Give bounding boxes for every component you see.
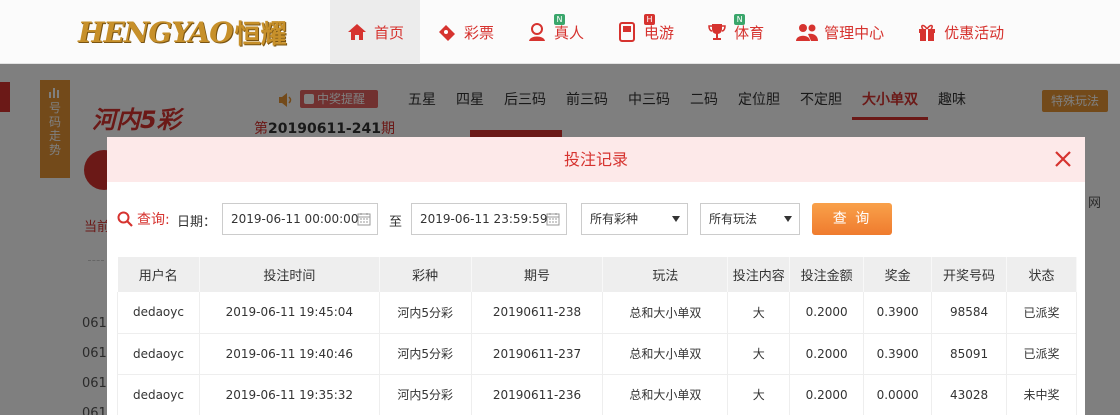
nav-item-lottery[interactable]: 彩票 <box>420 0 510 64</box>
cell-period: 20190611-238 <box>471 292 604 334</box>
chevron-down-icon <box>672 216 680 222</box>
new-badge: N <box>554 14 566 25</box>
gift-icon <box>916 21 938 43</box>
calendar-icon[interactable] <box>546 212 560 226</box>
new-badge: N <box>734 14 746 25</box>
query-label: 查询: <box>117 209 170 229</box>
chevron-down-icon <box>784 216 792 222</box>
col-header-prize: 奖金 <box>863 257 933 292</box>
cell-amount: 0.2000 <box>789 374 865 415</box>
cell-user: dedaoyc <box>117 333 200 375</box>
cell-numbers: 85091 <box>931 333 1008 375</box>
cell-period: 20190611-236 <box>471 374 604 415</box>
users-icon <box>796 21 819 43</box>
nav-item-arcade[interactable]: 电游 H <box>600 0 690 64</box>
cell-play: 总和大小单双 <box>602 292 729 334</box>
col-header-numbers: 开奖号码 <box>931 257 1008 292</box>
date-from-value: 2019-06-11 00:00:00 <box>231 212 359 226</box>
cell-content: 大 <box>727 333 791 375</box>
nav-item-promotions[interactable]: 优惠活动 <box>900 0 1020 64</box>
nav-label: 彩票 <box>464 23 495 42</box>
cell-lottery: 河内5分彩 <box>379 374 472 415</box>
date-to-value: 2019-06-11 23:59:59 <box>420 212 548 226</box>
nav-label: 首页 <box>374 23 405 42</box>
play-type-select[interactable]: 所有玩法 <box>700 203 800 235</box>
lottery-ticket-icon <box>436 21 458 43</box>
to-label: 至 <box>389 215 403 230</box>
cell-time: 2019-06-11 19:45:04 <box>199 292 380 334</box>
trophy-icon <box>706 21 728 43</box>
cell-prize: 0.3900 <box>863 292 933 334</box>
calendar-icon[interactable] <box>357 212 371 226</box>
query-bar: 查询: 日期： 2019-06-11 00:00:00 至 2019-06-11… <box>107 203 1085 237</box>
cell-user: dedaoyc <box>117 292 200 334</box>
home-icon <box>346 21 368 43</box>
query-button[interactable]: 查 询 <box>812 203 892 235</box>
col-header-play: 玩法 <box>602 257 729 292</box>
logo-text: HENGYAO <box>78 15 234 49</box>
cell-play: 总和大小单双 <box>602 333 729 375</box>
col-header-user: 用户名 <box>117 257 200 292</box>
cell-lottery: 河内5分彩 <box>379 292 472 334</box>
play-select-value: 所有玩法 <box>709 212 758 226</box>
table-row[interactable]: dedaoyc 2019-06-11 19:40:46 河内5分彩 201906… <box>117 333 1077 375</box>
cell-prize: 0.3900 <box>863 333 933 375</box>
bet-records-modal: 投注记录 查询: 日期： 2019-06-11 00:00:00 至 2019-… <box>107 137 1085 415</box>
close-icon[interactable] <box>1053 149 1073 169</box>
cell-status: 已派奖 <box>1006 333 1077 375</box>
hot-badge: H <box>644 14 656 25</box>
live-dealer-icon <box>526 21 548 43</box>
cell-lottery: 河内5分彩 <box>379 333 472 375</box>
cell-amount: 0.2000 <box>789 333 865 375</box>
arcade-icon <box>616 21 638 43</box>
bet-records-table: 用户名 投注时间 彩种 期号 玩法 投注内容 投注金额 奖金 开奖号码 状态 d… <box>117 257 1077 415</box>
nav-label: 管理中心 <box>824 23 885 42</box>
cell-amount: 0.2000 <box>789 292 865 334</box>
cell-status: 已派奖 <box>1006 292 1077 334</box>
search-icon <box>117 211 133 227</box>
date-label: 日期： <box>177 215 217 230</box>
modal-header: 投注记录 <box>107 137 1085 182</box>
col-header-amount: 投注金额 <box>789 257 865 292</box>
cell-user: dedaoyc <box>117 374 200 415</box>
date-to-input[interactable]: 2019-06-11 23:59:59 <box>411 203 567 235</box>
cell-content: 大 <box>727 292 791 334</box>
date-from-input[interactable]: 2019-06-11 00:00:00 <box>222 203 378 235</box>
col-header-content: 投注内容 <box>727 257 791 292</box>
cell-numbers: 98584 <box>931 292 1008 334</box>
cell-time: 2019-06-11 19:35:32 <box>199 374 380 415</box>
cell-time: 2019-06-11 19:40:46 <box>199 333 380 375</box>
nav-label: 优惠活动 <box>944 23 1005 42</box>
col-header-period: 期号 <box>471 257 604 292</box>
cell-prize: 0.0000 <box>863 374 933 415</box>
nav-item-sports[interactable]: 体育 N <box>690 0 780 64</box>
nav-item-management[interactable]: 管理中心 <box>780 0 900 64</box>
site-logo[interactable]: HENGYAO 恒耀 <box>78 12 287 52</box>
lottery-type-select[interactable]: 所有彩种 <box>581 203 688 235</box>
table-row[interactable]: dedaoyc 2019-06-11 19:35:32 河内5分彩 201906… <box>117 374 1077 415</box>
logo-cn-text: 恒耀 <box>234 19 287 50</box>
table-header-row: 用户名 投注时间 彩种 期号 玩法 投注内容 投注金额 奖金 开奖号码 状态 <box>117 257 1077 292</box>
col-header-status: 状态 <box>1006 257 1077 292</box>
table-row[interactable]: dedaoyc 2019-06-11 19:45:04 河内5分彩 201906… <box>117 292 1077 334</box>
top-nav-bar: HENGYAO 恒耀 首页 彩票 真人 N 电游 H 体育 N 管理中心 优惠活… <box>0 0 1120 64</box>
main-nav: 首页 彩票 真人 N 电游 H 体育 N 管理中心 优惠活动 <box>330 0 1020 64</box>
col-header-lottery: 彩种 <box>379 257 472 292</box>
cell-period: 20190611-237 <box>471 333 604 375</box>
cell-play: 总和大小单双 <box>602 374 729 415</box>
lottery-select-value: 所有彩种 <box>590 212 639 226</box>
cell-numbers: 43028 <box>931 374 1008 415</box>
query-label-text: 查询: <box>137 212 170 228</box>
col-header-time: 投注时间 <box>199 257 380 292</box>
nav-item-home[interactable]: 首页 <box>330 0 421 64</box>
modal-title: 投注记录 <box>563 150 628 169</box>
cell-content: 大 <box>727 374 791 415</box>
cell-status: 未中奖 <box>1006 374 1077 415</box>
nav-item-live[interactable]: 真人 N <box>510 0 600 64</box>
